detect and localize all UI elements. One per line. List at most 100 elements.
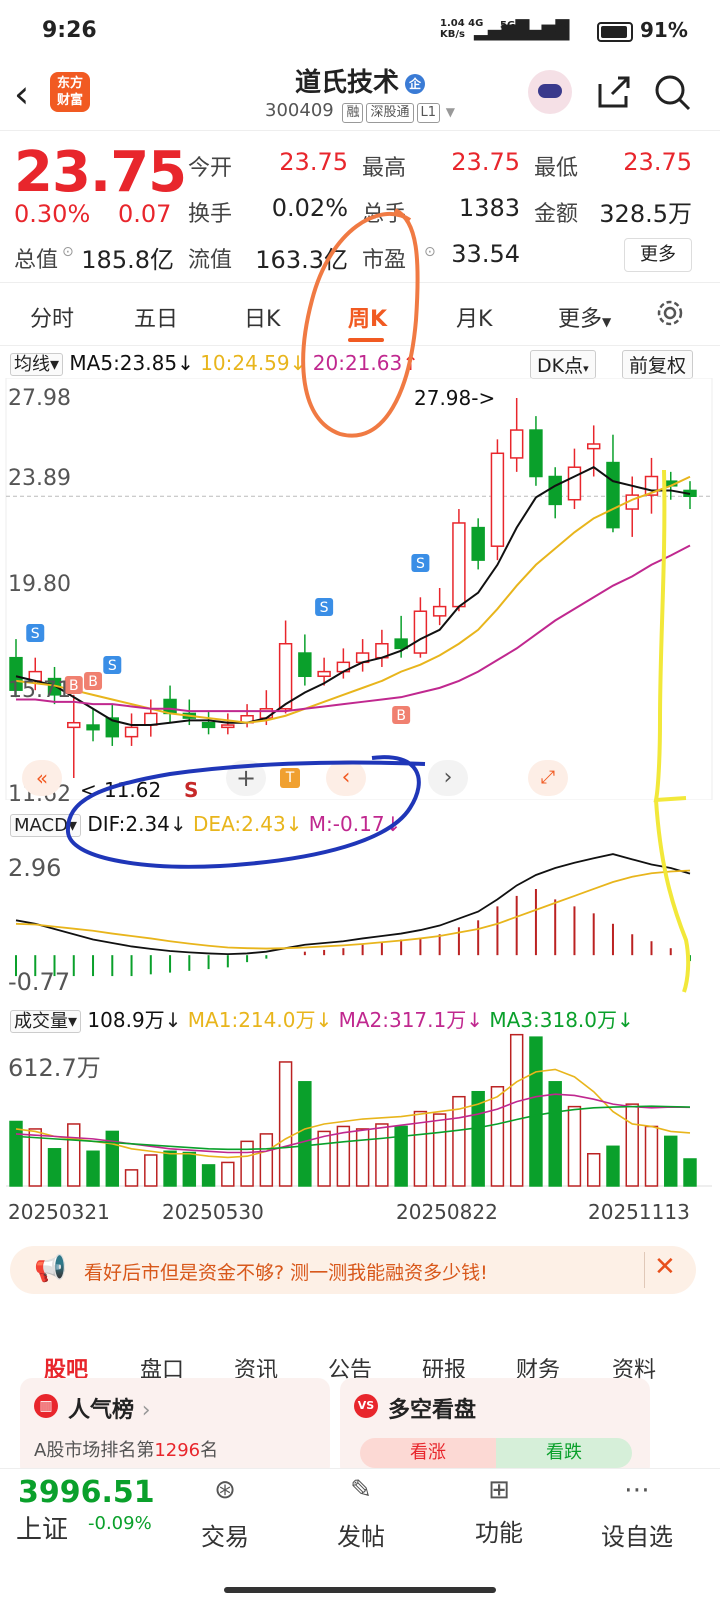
- share-icon[interactable]: [594, 72, 634, 112]
- info-icon[interactable]: ⊙: [62, 244, 74, 260]
- wifi-icon: ◠: [554, 20, 568, 41]
- rewind-icon[interactable]: «: [22, 760, 62, 796]
- post-button[interactable]: 发帖: [306, 1517, 416, 1552]
- stock-code: 300409: [265, 100, 334, 121]
- next-icon[interactable]: ›: [428, 760, 468, 796]
- svg-text:S: S: [320, 600, 329, 616]
- t-badge[interactable]: T: [280, 768, 300, 788]
- volume-bar: [221, 1161, 235, 1187]
- bullish-button[interactable]: 看涨: [360, 1438, 496, 1468]
- volume-bar: [567, 1105, 582, 1187]
- battery-percent: 91%: [640, 18, 688, 42]
- m-label: M:-0.17: [308, 812, 385, 836]
- quote-label: 今开: [188, 156, 233, 181]
- volume-bar: [278, 1061, 293, 1187]
- candle-body: [144, 712, 158, 726]
- bearish-button[interactable]: 看跌: [496, 1438, 632, 1468]
- candle-body: [490, 452, 505, 547]
- quote-value: 23.75: [451, 148, 520, 176]
- kline-chart[interactable]: SB BSSBS: [0, 378, 720, 800]
- quote-label: 金额: [534, 202, 579, 227]
- tab-more[interactable]: 更多▼: [558, 301, 611, 333]
- popularity-card[interactable]: ▥ 人气榜 › A股市场排名第1296名: [20, 1378, 330, 1478]
- quote-label: 换手: [188, 202, 233, 227]
- functions-button[interactable]: 功能: [444, 1513, 554, 1548]
- adjust-select[interactable]: 前复权: [622, 350, 694, 379]
- volume-indicator-row: 成交量▾ 108.9万↓ MA1:214.0万↓ MA2:317.1万↓ MA3…: [10, 1004, 634, 1033]
- volume-select[interactable]: 成交量▾: [10, 1010, 82, 1033]
- divider: [0, 130, 720, 131]
- active-tab-indicator: [348, 338, 384, 342]
- ma5-line: [15, 466, 691, 727]
- battery-icon: [597, 22, 633, 42]
- zoom-in-icon[interactable]: +: [226, 760, 266, 796]
- sell-marker: S: [26, 624, 45, 642]
- tab-daily-k[interactable]: 日K: [244, 301, 280, 333]
- margin-promo-banner[interactable]: 📢 看好后市但是资金不够? 测一测我能融资多少钱! ✕: [10, 1246, 696, 1294]
- dea-label: DEA:2.43: [193, 812, 286, 836]
- date-label: 20251113: [588, 1200, 690, 1224]
- axis-label: 23.89: [8, 466, 71, 491]
- buy-marker: B: [392, 706, 411, 724]
- macd-select[interactable]: MACD▾: [10, 814, 82, 837]
- tab-monthly-k[interactable]: 月K: [456, 301, 492, 333]
- trade-button[interactable]: 交易: [170, 1517, 280, 1552]
- rank-text: A股市场排名第1296名: [34, 1440, 219, 1461]
- volume-axis-max: 612.7万: [8, 1054, 101, 1082]
- macd-chart[interactable]: [0, 842, 720, 998]
- more-button[interactable]: 更多: [624, 238, 692, 272]
- functions-grid-icon: ⊞: [488, 1475, 510, 1505]
- search-icon[interactable]: [652, 72, 692, 112]
- svg-text:B: B: [396, 708, 406, 724]
- tab-intraday[interactable]: 分时: [30, 301, 74, 333]
- volume-bar: [259, 1133, 274, 1187]
- tab-five-day[interactable]: 五日: [134, 301, 178, 333]
- bull-bear-card[interactable]: VS 多空看盘 看涨 看跌: [340, 1378, 650, 1478]
- vol-ma2-label: MA2:317.1万: [338, 1008, 467, 1032]
- indicator-select[interactable]: 均线▾: [10, 353, 64, 376]
- sell-marker: S: [184, 778, 199, 802]
- candle-body: [529, 429, 543, 478]
- dif-label: DIF:2.34: [87, 812, 170, 836]
- index-value[interactable]: 3996.51: [18, 1475, 155, 1510]
- period-tabs: 分时 五日 日K 周K 月K 更多▼: [0, 282, 720, 346]
- candle-body: [471, 526, 485, 561]
- ma5-label: MA5:23.85: [69, 351, 178, 375]
- candle-body: [67, 721, 81, 729]
- date-label: 20250321: [8, 1200, 110, 1224]
- settings-gear-icon[interactable]: [654, 297, 686, 329]
- volume-bar: [509, 1033, 524, 1187]
- fullscreen-icon[interactable]: ⤢: [528, 760, 568, 796]
- candle-body: [278, 642, 293, 710]
- vol-ma3-label: MA3:318.0万: [489, 1008, 618, 1032]
- ma20-line: [16, 544, 691, 713]
- volume-bar: [144, 1154, 158, 1187]
- candle-body: [509, 429, 524, 459]
- candle-body: [298, 652, 312, 678]
- sell-marker: S: [103, 656, 122, 674]
- quote-label: 总手: [362, 202, 407, 227]
- info-icon[interactable]: ⊙: [424, 244, 436, 260]
- prev-icon[interactable]: ‹: [326, 760, 366, 796]
- trade-yen-icon: ⊛: [214, 1475, 236, 1505]
- divider: [644, 1252, 645, 1288]
- change-percent: 0.30%: [14, 200, 91, 228]
- volume-bar: [86, 1150, 100, 1187]
- quote-value: 33.54: [451, 240, 520, 268]
- close-icon[interactable]: ✕: [654, 1252, 676, 1282]
- volume-chart[interactable]: [0, 1032, 720, 1192]
- volume-bar: [67, 1123, 81, 1187]
- high-annotation: 27.98->: [414, 386, 496, 410]
- volume-bar: [664, 1135, 678, 1187]
- volume-bar: [105, 1130, 120, 1187]
- tab-weekly-k[interactable]: 周K: [348, 301, 387, 333]
- quote-label: 最高: [362, 156, 407, 181]
- add-watchlist-button[interactable]: 设自选: [582, 1517, 692, 1552]
- low-annotation: <-11.62: [80, 778, 162, 802]
- dk-point-button[interactable]: DK点▾: [530, 350, 596, 379]
- quote-value: 1383: [458, 194, 520, 222]
- chevron-down-icon: ▼: [445, 105, 455, 119]
- network-type-5g: 5G: [500, 20, 516, 31]
- tag-connect: 深股通: [366, 103, 414, 123]
- assistant-avatar[interactable]: [528, 70, 572, 114]
